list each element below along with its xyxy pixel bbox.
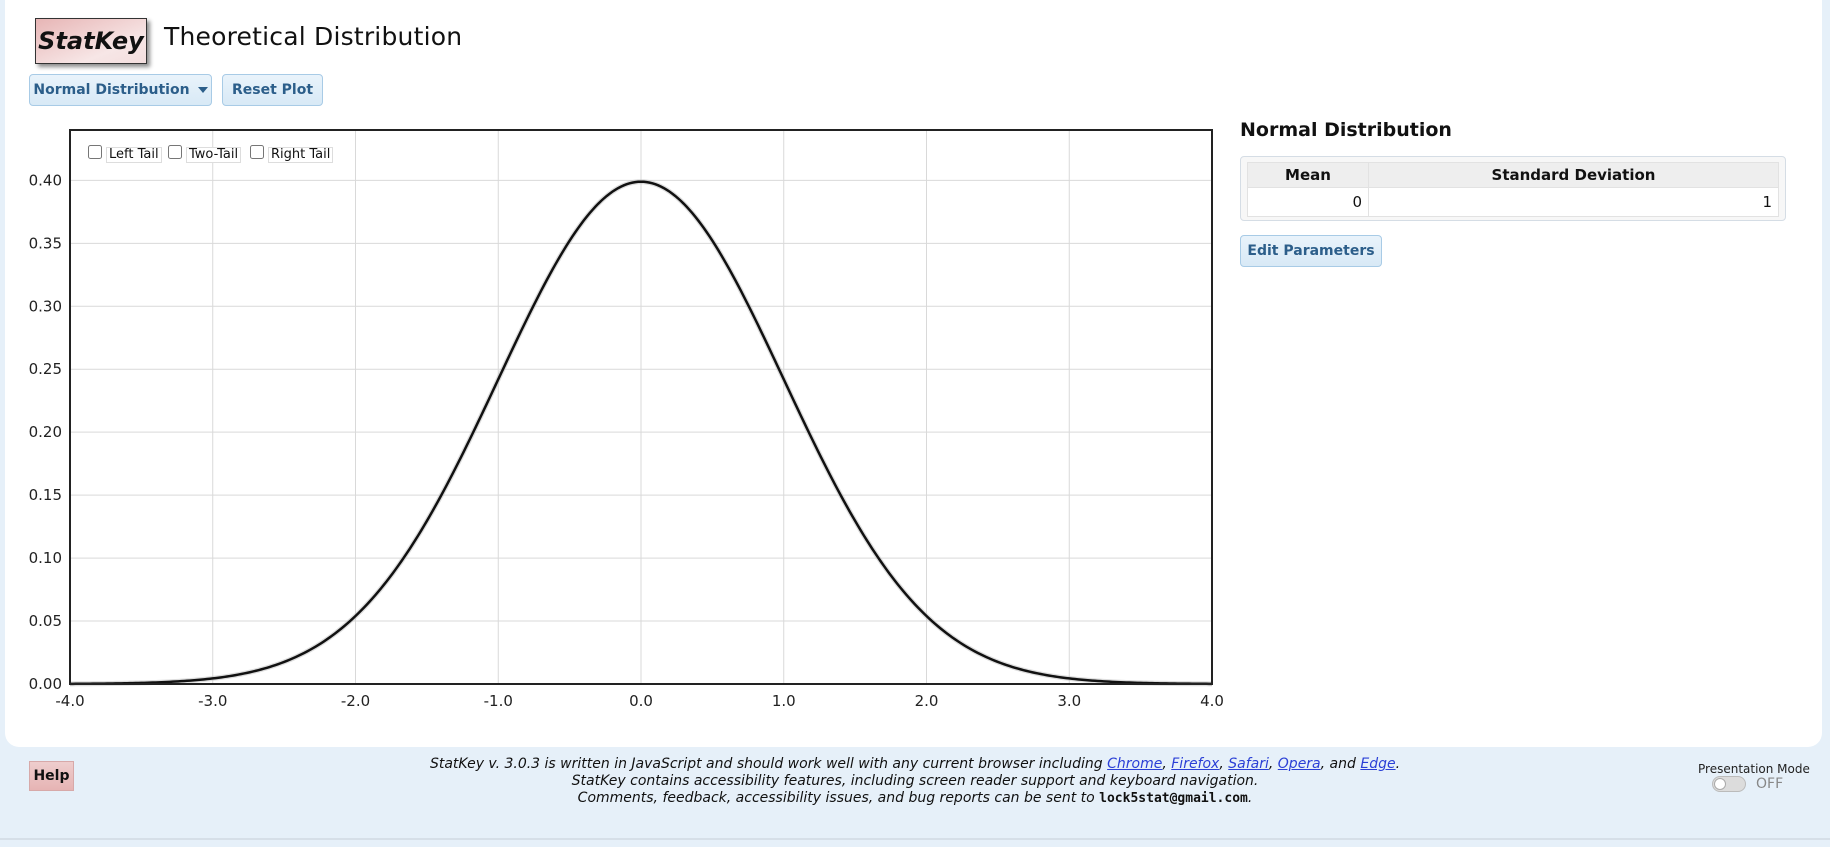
y-tick-label: 0.20 (29, 423, 62, 441)
toggle-knob (1714, 778, 1726, 790)
x-tick-label: 3.0 (1057, 692, 1081, 710)
mean-value: 0 (1247, 187, 1369, 217)
presentation-mode-label: Presentation Mode (1698, 762, 1810, 776)
footer-line-2: StatKey contains accessibility features,… (571, 773, 1259, 789)
y-tick-label: 0.40 (29, 171, 62, 189)
x-tick-label: -2.0 (341, 692, 370, 710)
density-chart[interactable]: -4.0 -3.0 -2.0 -1.0 0.0 1.0 2.0 3.0 4.0 0.00 0.05 0… (0, 0, 1240, 720)
x-tick-label: 0.0 (629, 692, 653, 710)
right-tail-checkbox[interactable] (250, 145, 264, 159)
right-tail-label: Right Tail (268, 147, 334, 163)
parameters-table: Mean Standard Deviation 0 1 (1247, 162, 1779, 217)
x-tick-label: 4.0 (1200, 692, 1224, 710)
y-tick-label: 0.30 (29, 297, 62, 315)
x-tick-label: -1.0 (484, 692, 513, 710)
footer-separator: , (1268, 756, 1278, 772)
footer-intro-text: StatKey v. 3.0.3 is written in JavaScrip… (429, 756, 1108, 772)
footer-separator: , (1162, 756, 1172, 772)
footer-line-1: StatKey v. 3.0.3 is written in JavaScrip… (0, 756, 1830, 773)
x-tick-label: -3.0 (198, 692, 227, 710)
y-tick-label: 0.00 (29, 675, 62, 693)
parameters-panel: Mean Standard Deviation 0 1 (1240, 156, 1786, 221)
footer-period: . (1395, 756, 1401, 772)
x-tick-label: 1.0 (772, 692, 796, 710)
chrome-link[interactable]: Chrome (1107, 756, 1162, 772)
y-tick-label: 0.05 (29, 612, 62, 630)
y-tick-label: 0.10 (29, 549, 62, 567)
contact-email[interactable]: lock5stat@gmail.com (1099, 791, 1248, 806)
presentation-mode-state: OFF (1756, 776, 1784, 792)
edge-link[interactable]: Edge (1360, 756, 1395, 772)
footer-separator: , and (1320, 756, 1361, 772)
footer-separator: , (1219, 756, 1229, 772)
two-tail-option[interactable]: Two-Tail (168, 142, 242, 163)
sd-value: 1 (1368, 187, 1779, 217)
x-tick-label: 2.0 (915, 692, 939, 710)
left-tail-checkbox[interactable] (88, 145, 102, 159)
y-tick-label: 0.25 (29, 360, 62, 378)
y-tick-label: 0.35 (29, 234, 62, 252)
two-tail-checkbox[interactable] (168, 145, 182, 159)
bottom-divider (0, 838, 1830, 840)
footer-contact-text: Comments, feedback, accessibility issues… (577, 790, 1100, 806)
left-tail-label: Left Tail (106, 147, 162, 163)
footer: StatKey v. 3.0.3 is written in JavaScrip… (0, 756, 1830, 807)
mean-header: Mean (1247, 162, 1369, 188)
y-tick-label: 0.15 (29, 486, 62, 504)
footer-period: . (1247, 790, 1253, 806)
x-tick-label: -4.0 (55, 692, 84, 710)
safari-link[interactable]: Safari (1228, 756, 1269, 772)
left-tail-option[interactable]: Left Tail (88, 142, 162, 163)
footer-line-3: Comments, feedback, accessibility issues… (0, 790, 1830, 807)
right-tail-option[interactable]: Right Tail (250, 142, 334, 163)
sd-header: Standard Deviation (1368, 162, 1779, 188)
two-tail-label: Two-Tail (186, 147, 242, 163)
presentation-mode-toggle[interactable] (1712, 776, 1746, 792)
opera-link[interactable]: Opera (1278, 756, 1321, 772)
parameters-title: Normal Distribution (1240, 119, 1452, 141)
edit-parameters-button[interactable]: Edit Parameters (1240, 235, 1382, 267)
firefox-link[interactable]: Firefox (1171, 756, 1219, 772)
